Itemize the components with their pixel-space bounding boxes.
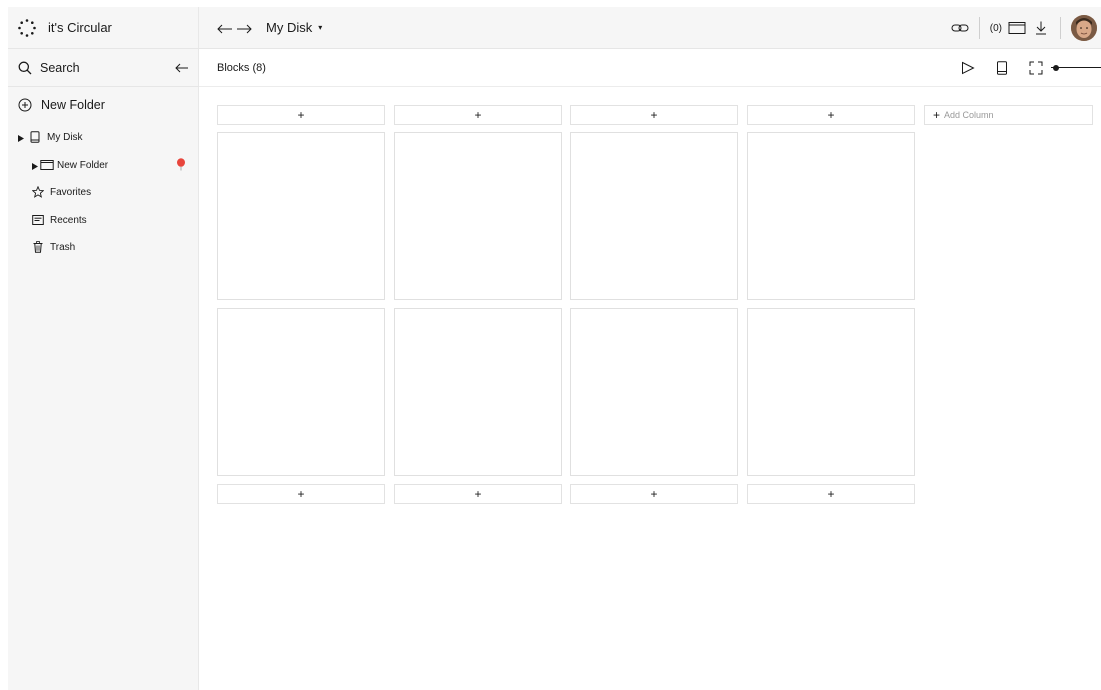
new-folder-button[interactable]: New Folder bbox=[8, 93, 199, 117]
add-column-label: Add Column bbox=[944, 110, 994, 120]
folder-window-icon bbox=[40, 159, 54, 171]
block-card[interactable] bbox=[570, 132, 738, 300]
app-window: it's Circular Search New Folder My Disk … bbox=[8, 7, 1101, 690]
recents-icon bbox=[32, 214, 44, 226]
search-icon bbox=[18, 61, 32, 75]
nav-arrows bbox=[217, 22, 252, 34]
add-block-top-button[interactable]: + bbox=[747, 105, 915, 125]
sidebar: it's Circular Search New Folder My Disk … bbox=[8, 7, 199, 690]
fullscreen-icon[interactable] bbox=[1029, 61, 1043, 75]
circular-logo-icon bbox=[18, 18, 36, 37]
sidebar-item-label: Favorites bbox=[50, 186, 92, 198]
add-block-bottom-button[interactable]: + bbox=[570, 484, 738, 504]
forward-arrow-icon[interactable] bbox=[236, 22, 252, 34]
zoom-slider[interactable] bbox=[1051, 63, 1101, 73]
sidebar-item-favorites[interactable]: Favorites bbox=[8, 182, 199, 202]
view-controls bbox=[961, 49, 1101, 87]
sidebar-item-trash[interactable]: Trash bbox=[8, 237, 199, 257]
trash-icon bbox=[32, 241, 44, 253]
divider bbox=[978, 17, 980, 39]
block-card[interactable] bbox=[217, 132, 385, 300]
zoom-knob[interactable] bbox=[1053, 65, 1059, 71]
sidebar-item-recents[interactable]: Recents bbox=[8, 210, 199, 230]
play-icon[interactable] bbox=[961, 61, 975, 75]
block-card[interactable] bbox=[394, 308, 562, 476]
title-dropdown-icon[interactable]: ▾ bbox=[318, 23, 322, 32]
search-button[interactable]: Search bbox=[8, 49, 199, 87]
add-block-bottom-button[interactable]: + bbox=[217, 484, 385, 504]
block-card[interactable] bbox=[747, 132, 915, 300]
collapse-sidebar-icon[interactable] bbox=[175, 61, 189, 75]
page-title[interactable]: My Disk bbox=[266, 20, 312, 35]
star-icon bbox=[31, 185, 45, 198]
download-icon[interactable] bbox=[1032, 21, 1050, 35]
top-bar: My Disk ▾ (0) bbox=[199, 7, 1101, 49]
sidebar-item-label: Recents bbox=[50, 214, 87, 226]
block-card[interactable] bbox=[217, 308, 385, 476]
sidebar-item-label: Trash bbox=[50, 241, 76, 253]
blocks-count-label: Blocks (8) bbox=[217, 61, 266, 74]
app-title: it's Circular bbox=[48, 20, 112, 35]
add-block-top-button[interactable]: + bbox=[217, 105, 385, 125]
sub-header: Blocks (8) bbox=[199, 49, 1101, 87]
tablet-view-icon[interactable] bbox=[995, 61, 1009, 75]
avatar[interactable] bbox=[1071, 15, 1097, 41]
window-icon[interactable] bbox=[1008, 21, 1026, 35]
top-right-toolbar: (0) bbox=[951, 7, 1097, 49]
share-count[interactable]: (0) bbox=[990, 23, 1002, 34]
block-card[interactable] bbox=[747, 308, 915, 476]
sidebar-item-label: New Folder bbox=[57, 159, 109, 171]
search-label: Search bbox=[40, 60, 80, 75]
back-arrow-icon[interactable] bbox=[217, 22, 233, 34]
new-folder-label: New Folder bbox=[41, 98, 105, 112]
caret-right-icon[interactable] bbox=[18, 134, 24, 142]
divider bbox=[1060, 17, 1061, 39]
balloon-icon bbox=[176, 158, 186, 171]
add-block-bottom-button[interactable]: + bbox=[747, 484, 915, 504]
add-block-top-button[interactable]: + bbox=[570, 105, 738, 125]
block-card[interactable] bbox=[394, 132, 562, 300]
add-column-button[interactable]: + Add Column bbox=[924, 105, 1093, 125]
sidebar-item-label: My Disk bbox=[47, 131, 83, 143]
caret-right-icon[interactable] bbox=[32, 162, 38, 170]
add-block-top-button[interactable]: + bbox=[394, 105, 562, 125]
block-card[interactable] bbox=[570, 308, 738, 476]
sidebar-item-my-disk[interactable]: My Disk bbox=[8, 127, 199, 147]
plus-circle-icon bbox=[18, 98, 32, 112]
link-icon[interactable] bbox=[951, 21, 969, 35]
logo-row[interactable]: it's Circular bbox=[8, 7, 199, 49]
tablet-icon bbox=[29, 131, 41, 143]
plus-icon: + bbox=[933, 108, 941, 122]
add-block-bottom-button[interactable]: + bbox=[394, 484, 562, 504]
sidebar-item-new-folder[interactable]: New Folder bbox=[8, 155, 199, 175]
